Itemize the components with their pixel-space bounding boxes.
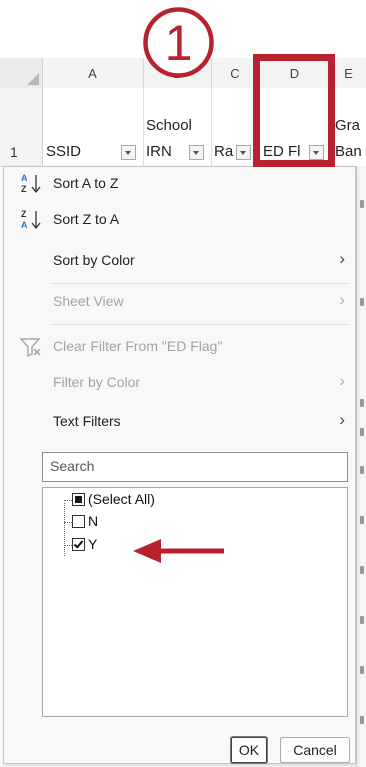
step-number: 1	[165, 15, 193, 71]
sheet-view-label: Sheet View	[53, 293, 124, 309]
filter-values-list: (Select All) N Y	[42, 487, 348, 717]
menu-separator	[50, 324, 350, 325]
checkbox-partial-icon[interactable]	[72, 493, 85, 506]
header-grade-line1: Gra	[335, 117, 361, 134]
ok-button[interactable]: OK	[231, 737, 267, 763]
sort-descending-icon: Z A	[21, 209, 41, 230]
search-box[interactable]	[42, 452, 348, 482]
svg-text:A: A	[21, 220, 28, 230]
chevron-right-icon: ›	[339, 410, 345, 429]
menu-separator	[50, 283, 350, 284]
clear-filter-icon	[19, 338, 41, 357]
cancel-button[interactable]: Cancel	[280, 737, 350, 763]
header-school: School	[146, 117, 192, 134]
checkbox-unchecked-icon[interactable]	[72, 515, 85, 528]
menu-sort-by-color[interactable]: Sort by Color ›	[4, 246, 355, 276]
autofilter-dropdown: A Z Sort A to Z Z A Sort Z to A Sort by …	[3, 166, 356, 764]
header-ssid: SSID	[46, 143, 82, 160]
text-filters-label: Text Filters	[53, 413, 121, 429]
sort-ascending-icon: A Z	[21, 173, 41, 194]
menu-clear-filter: Clear Filter From "ED Flag"	[4, 332, 355, 362]
chevron-right-icon: ›	[339, 249, 345, 268]
search-input[interactable]	[43, 453, 340, 479]
list-item-n[interactable]: N	[43, 511, 343, 533]
sort-z-to-a-label: Sort Z to A	[53, 211, 120, 227]
list-item-select-all[interactable]: (Select All)	[43, 489, 343, 511]
list-item-label: (Select All)	[88, 491, 155, 507]
ed-flag-highlight-box	[253, 54, 335, 167]
menu-sheet-view: Sheet View ›	[4, 287, 355, 317]
filter-button-a[interactable]	[121, 145, 136, 160]
column-header-e[interactable]: E	[331, 58, 366, 88]
menu-text-filters[interactable]: Text Filters ›	[4, 407, 355, 437]
menu-filter-by-color: Filter by Color ›	[4, 368, 355, 398]
column-header-c[interactable]: C	[212, 58, 259, 88]
menu-sort-z-to-a[interactable]: Z A Sort Z to A	[4, 205, 355, 235]
chevron-right-icon: ›	[339, 371, 345, 390]
step-number-badge: 1	[142, 6, 215, 79]
sort-by-color-label: Sort by Color	[53, 252, 135, 268]
sheet-right-edge	[356, 166, 366, 767]
left-arrow-icon	[133, 539, 224, 563]
cell-e1[interactable]: Gra Ban	[331, 88, 366, 166]
filter-button-b[interactable]	[189, 145, 204, 160]
chevron-right-icon: ›	[339, 290, 345, 309]
svg-text:A: A	[21, 173, 28, 183]
list-item-label: Y	[88, 536, 98, 552]
select-all-corner[interactable]	[0, 58, 43, 88]
header-ra: Ra	[214, 143, 234, 160]
column-header-a[interactable]: A	[42, 58, 144, 88]
clear-filter-label: Clear Filter From "ED Flag"	[53, 338, 223, 354]
filter-button-c[interactable]	[236, 145, 251, 160]
cell-b1[interactable]: School IRN	[144, 88, 212, 166]
cell-c1[interactable]: Ra	[212, 88, 259, 166]
header-irn: IRN	[146, 143, 172, 160]
list-item-label: N	[88, 513, 99, 529]
row-number-1[interactable]: 1	[0, 88, 43, 166]
cell-a1[interactable]: SSID	[42, 88, 144, 166]
sort-a-to-z-label: Sort A to Z	[53, 175, 119, 191]
svg-text:Z: Z	[21, 209, 27, 219]
header-grade-line2: Ban	[335, 143, 362, 160]
checkbox-checked-icon[interactable]	[72, 538, 85, 551]
svg-text:Z: Z	[21, 184, 27, 194]
filter-by-color-label: Filter by Color	[53, 374, 141, 390]
menu-sort-a-to-z[interactable]: A Z Sort A to Z	[4, 169, 355, 199]
